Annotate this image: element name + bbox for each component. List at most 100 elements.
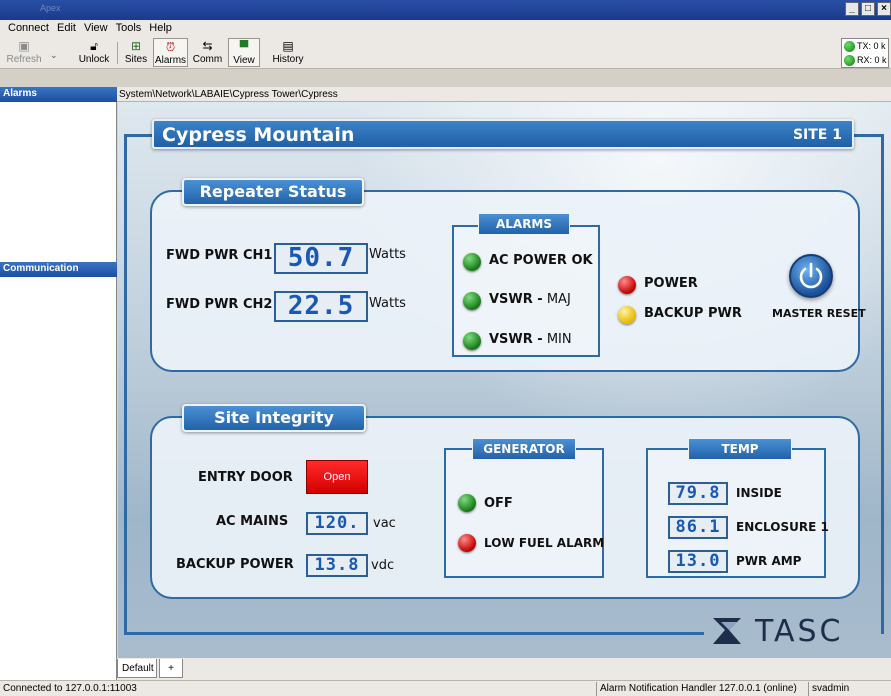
status-bar: Connected to 127.0.0.1:11003 Alarm Notif…	[0, 680, 891, 696]
backup-pwr-label: BACKUP PWR	[644, 306, 742, 321]
minimize-button[interactable]: _	[845, 2, 859, 16]
power-label: POWER	[644, 276, 698, 291]
alarms-button[interactable]: ⏰︎ Alarms	[153, 38, 188, 67]
fwd-pwr-ch1-label: FWD PWR CH1	[166, 248, 273, 263]
vswr-min-label: VSWR - MIN	[489, 332, 572, 347]
history-icon: ▤	[282, 39, 294, 53]
entry-door-status-button[interactable]: Open	[306, 460, 368, 494]
tasc-logo-mark-icon	[713, 618, 741, 644]
alarm-clock-icon: ⏰︎	[165, 40, 176, 54]
temp-pwr-amp-value: 13.0	[668, 550, 728, 573]
site-view-panel: Cypress Mountain SITE 1 Repeater Status …	[118, 102, 891, 658]
power-led	[618, 276, 636, 294]
vswr-min-led	[463, 332, 481, 350]
tx-label: TX: 0 k	[857, 41, 886, 51]
tab-default[interactable]: Default	[117, 659, 157, 678]
refresh-icon: ▣	[18, 39, 30, 53]
fwd-pwr-ch2-unit: Watts	[369, 296, 406, 311]
tasc-logo-text: TASC	[755, 614, 844, 649]
sidebar: Alarms Communication	[0, 87, 117, 680]
menu-view[interactable]: View	[80, 20, 112, 36]
menu-help[interactable]: Help	[145, 20, 176, 36]
tab-bar: Default +	[117, 658, 891, 680]
low-fuel-led	[458, 534, 476, 552]
sites-button[interactable]: ⊞ Sites	[122, 38, 150, 67]
frame-line	[854, 134, 884, 137]
app-title: Apex	[40, 3, 61, 13]
frame-line	[124, 134, 127, 634]
temp-enclosure-value: 86.1	[668, 516, 728, 539]
ac-mains-value: 120.	[306, 512, 368, 535]
fwd-pwr-ch2-label: FWD PWR CH2	[166, 297, 273, 312]
refresh-label: Refresh	[6, 54, 42, 65]
toolbar-separator	[117, 42, 118, 64]
site-name: Cypress Mountain	[162, 124, 355, 146]
sites-label: Sites	[124, 54, 148, 65]
connection-status: Connected to 127.0.0.1:11003	[3, 683, 137, 694]
frame-line	[881, 134, 884, 634]
alarms-box-header: ALARMS	[478, 213, 570, 235]
close-button[interactable]: ×	[877, 2, 891, 16]
view-monitor-icon: ▀	[239, 40, 249, 54]
vswr-maj-label: VSWR - MAJ	[489, 292, 571, 307]
backup-power-label: BACKUP POWER	[176, 557, 294, 572]
fwd-pwr-ch1-unit: Watts	[369, 247, 406, 262]
comm-label: Comm	[192, 54, 223, 65]
add-tab-button[interactable]: +	[159, 659, 183, 678]
title-bar: Apex _ □ ×	[0, 0, 891, 20]
fwd-pwr-ch2-value: 22.5	[274, 291, 368, 322]
master-reset-label: MASTER RESET	[772, 307, 866, 320]
menu-bar: Connect Edit View Tools Help	[0, 20, 891, 36]
sidebar-alarms-header[interactable]: Alarms	[0, 87, 117, 102]
view-button[interactable]: ▀ View	[228, 38, 260, 67]
unlock-label: Unlock	[78, 54, 110, 65]
generator-box	[444, 448, 604, 578]
rx-label: RX: 0 k	[857, 55, 887, 65]
refresh-button[interactable]: ▣ Refresh	[4, 38, 44, 67]
tasc-logo: TASC	[711, 614, 871, 650]
frame-line	[124, 134, 152, 137]
sidebar-communication-header[interactable]: Communication	[0, 262, 117, 277]
temp-enclosure-label: ENCLOSURE 1	[736, 520, 829, 534]
backup-pwr-led	[618, 306, 636, 324]
history-label: History	[272, 54, 304, 65]
menu-tools[interactable]: Tools	[112, 20, 146, 36]
backup-power-unit: vdc	[371, 558, 395, 573]
alarms-label: Alarms	[154, 55, 187, 66]
generator-off-led	[458, 494, 476, 512]
menu-edit[interactable]: Edit	[53, 20, 80, 36]
lock-icon: 🔓︎	[90, 39, 98, 53]
alarm-handler-status: Alarm Notification Handler 127.0.0.1 (on…	[596, 682, 800, 696]
menu-connect[interactable]: Connect	[4, 20, 53, 36]
app-window: Apex _ □ × Connect Edit View Tools Help …	[0, 0, 891, 696]
ac-power-label: AC POWER OK	[489, 253, 593, 268]
temp-pwr-amp-label: PWR AMP	[736, 554, 802, 568]
power-icon	[799, 262, 823, 289]
generator-box-header: GENERATOR	[472, 438, 576, 460]
site-header-bar: Cypress Mountain SITE 1	[152, 119, 854, 149]
temp-inside-label: INSIDE	[736, 486, 782, 500]
current-user: svadmin	[808, 682, 852, 696]
history-button[interactable]: ▤ History	[264, 38, 312, 67]
backup-power-value: 13.8	[306, 554, 368, 577]
comm-button[interactable]: ⇆ Comm	[190, 38, 225, 67]
temp-inside-value: 79.8	[668, 482, 728, 505]
ac-mains-unit: vac	[373, 516, 396, 531]
maximize-button[interactable]: □	[861, 2, 875, 16]
toolbar: ▣ Refresh ⌄ 🔓︎ Unlock ⊞ Sites ⏰︎ Alarms …	[0, 36, 891, 69]
ac-mains-label: AC MAINS	[216, 514, 289, 529]
site-number: SITE 1	[792, 127, 842, 143]
entry-door-label: ENTRY DOOR	[198, 470, 293, 485]
vswr-maj-led	[463, 292, 481, 310]
window-controls: _ □ ×	[845, 2, 891, 16]
site-integrity-title: Site Integrity	[182, 404, 366, 432]
rx-led-icon	[844, 54, 855, 66]
repeater-status-title: Repeater Status	[182, 178, 364, 206]
master-reset-button[interactable]	[789, 254, 833, 298]
refresh-dropdown-icon[interactable]: ⌄	[50, 50, 58, 61]
tx-led-icon	[844, 40, 855, 52]
ac-power-led	[463, 253, 481, 271]
fwd-pwr-ch1-value: 50.7	[274, 243, 368, 274]
comm-arrows-icon: ⇆	[202, 39, 213, 53]
unlock-button[interactable]: 🔓︎ Unlock	[76, 38, 112, 67]
